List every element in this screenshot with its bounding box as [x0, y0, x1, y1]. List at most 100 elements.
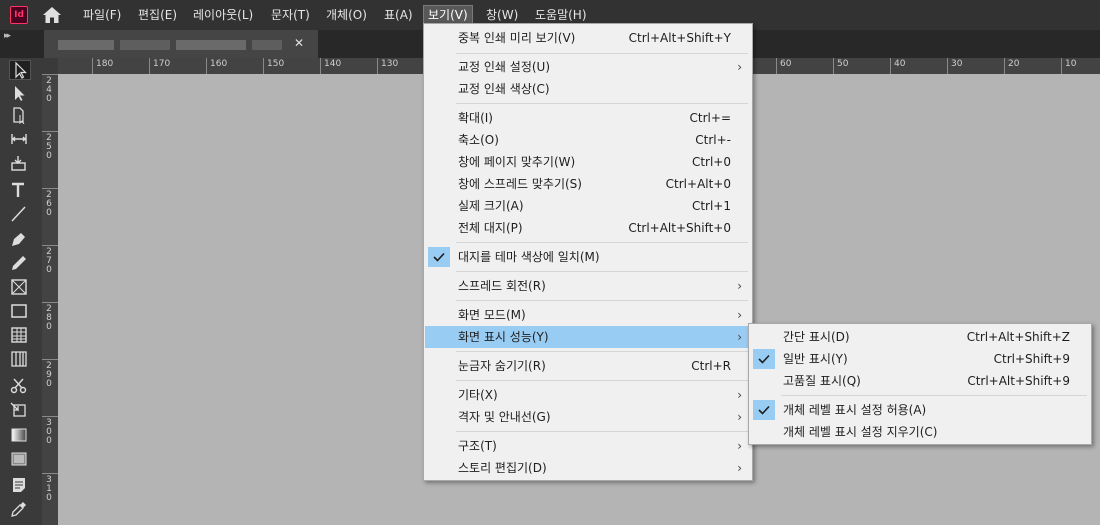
ruler-label: 170 [153, 59, 171, 69]
menu-item-proof-colors[interactable]: 교정 인쇄 색상(C) [425, 78, 751, 100]
menu-item-actual-size[interactable]: 실제 크기(A) Ctrl+1 [425, 195, 751, 217]
rectangle-tool-icon[interactable] [9, 302, 31, 322]
menu-type[interactable]: 문자(T) [267, 6, 314, 24]
chevron-right-icon: › [737, 439, 742, 453]
menu-separator [456, 380, 748, 381]
menu-item-match-pasteboard-theme[interactable]: 대지를 테마 색상에 일치(M) [425, 246, 751, 268]
submenu-item-fast-display[interactable]: 간단 표시(D) Ctrl+Alt+Shift+Z [750, 326, 1090, 348]
eyedropper-tool-icon[interactable] [9, 500, 31, 520]
rectangle-frame-tool-icon[interactable] [9, 278, 31, 298]
free-transform-tool-icon[interactable] [9, 401, 31, 421]
ruler-origin[interactable] [42, 58, 58, 74]
pencil-tool-icon[interactable] [9, 254, 31, 274]
menu-item-rotate-spread[interactable]: 스프레드 회전(R) › [425, 275, 751, 297]
collapse-panel-icon[interactable]: ▸▸ [4, 31, 11, 41]
submenu-item-typical-display[interactable]: 일반 표시(Y) Ctrl+Shift+9 [750, 348, 1090, 370]
type-tool-icon[interactable] [9, 181, 31, 201]
ruler-label: 250 [46, 133, 52, 161]
menu-edit[interactable]: 편집(E) [134, 6, 181, 24]
menu-item-story-editor[interactable]: 스토리 편집기(D) › [425, 457, 751, 479]
ruler-label: 50 [837, 59, 849, 69]
ruler-label: 260 [46, 190, 52, 218]
menu-window[interactable]: 창(W) [482, 6, 522, 24]
menu-separator [781, 395, 1087, 396]
menu-item-overprint-preview[interactable]: 중복 인쇄 미리 보기(V) Ctrl+Alt+Shift+Y [425, 27, 751, 49]
ruler-label: 30 [951, 59, 963, 69]
pen-tool-icon[interactable] [9, 230, 31, 250]
menu-view[interactable]: 보기(V) [423, 5, 473, 25]
checkmark-icon [428, 247, 450, 267]
menu-item-grids-guides[interactable]: 격자 및 안내선(G) › [425, 406, 751, 428]
chevron-right-icon: › [737, 461, 742, 475]
grid-tool-icon[interactable] [9, 350, 31, 370]
gap-tool-icon[interactable] [9, 130, 31, 150]
submenu-item-high-quality-display[interactable]: 고품질 표시(Q) Ctrl+Alt+Shift+9 [750, 370, 1090, 392]
indesign-logo: Id [10, 6, 28, 24]
direct-selection-tool-icon[interactable] [9, 84, 31, 104]
menu-separator [456, 271, 748, 272]
ruler-label: 180 [96, 59, 114, 69]
menu-separator [456, 300, 748, 301]
note-tool-icon[interactable] [9, 476, 31, 496]
ruler-label: 130 [381, 59, 399, 69]
gradient-feather-tool-icon[interactable] [9, 450, 31, 470]
chevron-right-icon: › [737, 410, 742, 424]
menu-separator [456, 103, 748, 104]
chevron-right-icon: › [737, 60, 742, 74]
document-tab-title [120, 40, 170, 50]
menu-item-hide-rulers[interactable]: 눈금자 숨기기(R) Ctrl+R [425, 355, 751, 377]
home-icon[interactable] [42, 6, 62, 24]
menu-file[interactable]: 파일(F) [79, 6, 125, 24]
ruler-label: 270 [46, 247, 52, 275]
menu-separator [456, 351, 748, 352]
chevron-right-icon: › [737, 388, 742, 402]
submenu-item-allow-object-level[interactable]: 개체 레벨 표시 설정 허용(A) [750, 399, 1090, 421]
ruler-label: 140 [324, 59, 342, 69]
ruler-label: 20 [1008, 59, 1020, 69]
document-tab-title [58, 40, 114, 50]
scissors-tool-icon[interactable] [9, 377, 31, 397]
table-tool-icon[interactable] [9, 326, 31, 346]
menu-layout[interactable]: 레이아웃(L) [189, 6, 257, 24]
vertical-ruler[interactable]: 240 250 260 270 280 290 300 310 [42, 74, 58, 525]
submenu-item-clear-object-level[interactable]: 개체 레벨 표시 설정 지우기(C) [750, 421, 1090, 443]
chevron-right-icon: › [737, 279, 742, 293]
menu-item-entire-pasteboard[interactable]: 전체 대지(P) Ctrl+Alt+Shift+0 [425, 217, 751, 239]
ruler-label: 240 [46, 76, 52, 104]
ruler-label: 150 [267, 59, 285, 69]
menu-item-fit-spread[interactable]: 창에 스프레드 맞추기(S) Ctrl+Alt+0 [425, 173, 751, 195]
menu-item-fit-page[interactable]: 창에 페이지 맞추기(W) Ctrl+0 [425, 151, 751, 173]
ruler-label: 40 [894, 59, 906, 69]
menu-item-display-performance[interactable]: 화면 표시 성능(Y) › [425, 326, 751, 348]
menu-table[interactable]: 표(A) [380, 6, 417, 24]
checkmark-icon [753, 349, 775, 369]
content-collector-tool-icon[interactable] [9, 154, 31, 174]
menu-item-extras[interactable]: 기타(X) › [425, 384, 751, 406]
menu-item-proof-setup[interactable]: 교정 인쇄 설정(U) › [425, 56, 751, 78]
ruler-label: 60 [780, 59, 792, 69]
menu-item-zoom-out[interactable]: 축소(O) Ctrl+- [425, 129, 751, 151]
menu-object[interactable]: 개체(O) [322, 6, 371, 24]
ruler-label: 300 [46, 418, 52, 446]
gradient-swatch-tool-icon[interactable] [9, 426, 31, 446]
ruler-label: 290 [46, 361, 52, 389]
chevron-right-icon: › [737, 330, 742, 344]
page-tool-icon[interactable] [9, 106, 31, 126]
menu-separator [456, 431, 748, 432]
menu-item-screen-mode[interactable]: 화면 모드(M) › [425, 304, 751, 326]
checkmark-icon [753, 400, 775, 420]
menu-item-zoom-in[interactable]: 확대(I) Ctrl+= [425, 107, 751, 129]
selection-tool-icon[interactable] [9, 60, 31, 80]
ruler-label: 280 [46, 304, 52, 332]
ruler-label: 160 [210, 59, 228, 69]
menu-help[interactable]: 도움말(H) [531, 6, 591, 24]
chevron-right-icon: › [737, 308, 742, 322]
ruler-label: 10 [1065, 59, 1077, 69]
close-tab-icon[interactable]: ✕ [294, 36, 304, 50]
view-menu-dropdown: 중복 인쇄 미리 보기(V) Ctrl+Alt+Shift+Y 교정 인쇄 설정(… [423, 23, 753, 481]
line-tool-icon[interactable] [9, 205, 31, 225]
display-performance-submenu: 간단 표시(D) Ctrl+Alt+Shift+Z 일반 표시(Y) Ctrl+Sh… [748, 323, 1092, 445]
ruler-label: 310 [46, 475, 52, 503]
document-tab-title [252, 40, 282, 50]
menu-item-structure[interactable]: 구조(T) › [425, 435, 751, 457]
